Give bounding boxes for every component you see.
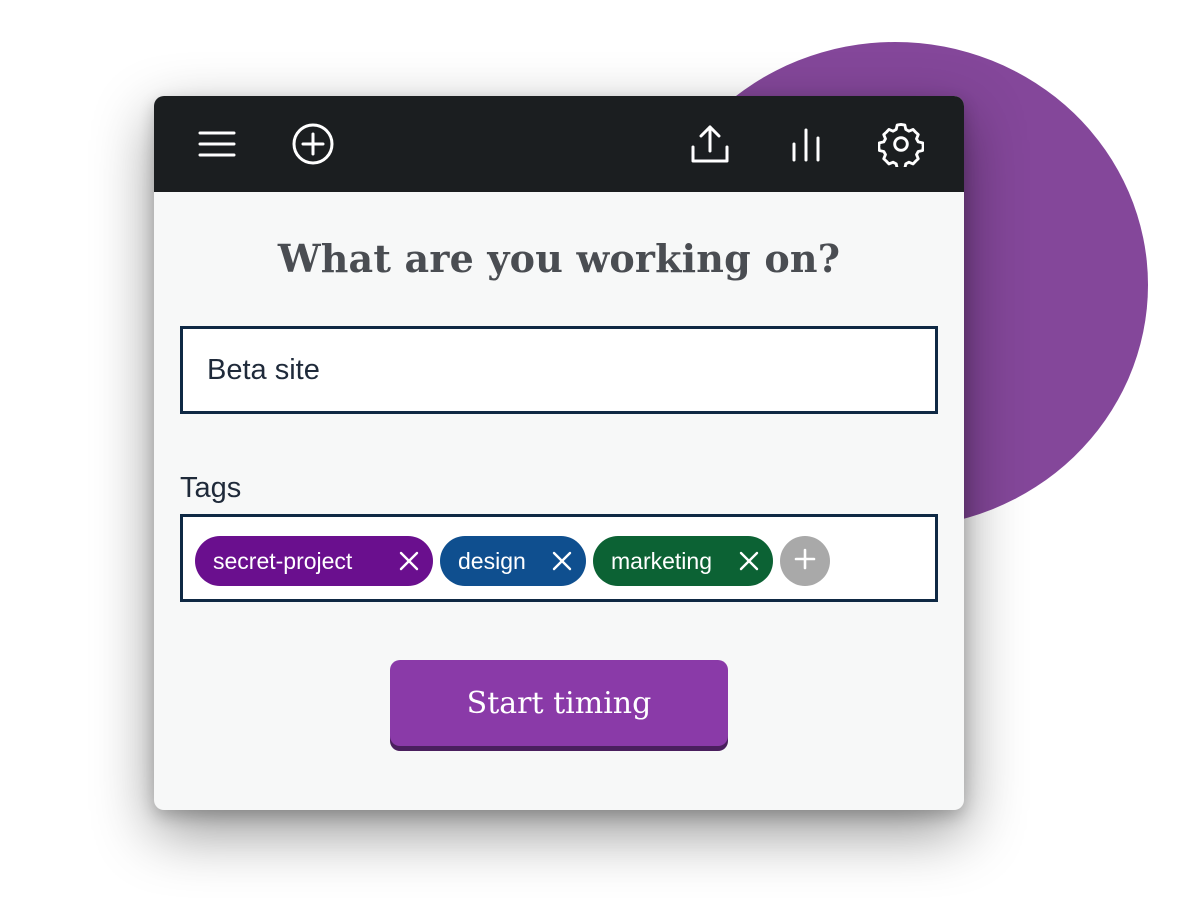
tag-label: marketing — [611, 547, 712, 574]
tag-label: design — [458, 547, 526, 574]
stage: What are you working on? Tags secret-pro… — [0, 0, 1200, 900]
task-input[interactable] — [180, 326, 938, 414]
tags-field[interactable]: secret-project design marketing — [180, 514, 938, 602]
app-window: What are you working on? Tags secret-pro… — [154, 96, 964, 810]
close-icon[interactable] — [737, 549, 761, 573]
reports-button[interactable] — [782, 120, 830, 168]
start-timing-button[interactable]: Start timing — [390, 660, 728, 746]
gear-icon — [878, 121, 924, 167]
tag-chip-design[interactable]: design — [440, 536, 586, 586]
tag-label: secret-project — [213, 547, 353, 574]
page-title: What are you working on? — [277, 236, 841, 281]
tags-label: Tags — [180, 472, 242, 504]
plus-icon — [793, 547, 817, 575]
add-entry-button[interactable] — [289, 120, 337, 168]
upload-icon — [689, 123, 731, 165]
menu-button[interactable] — [193, 120, 241, 168]
add-tag-button[interactable] — [780, 536, 830, 586]
close-icon[interactable] — [550, 549, 574, 573]
settings-button[interactable] — [877, 120, 925, 168]
tag-chip-marketing[interactable]: marketing — [593, 536, 773, 586]
toolbar — [154, 96, 964, 192]
close-icon[interactable] — [397, 549, 421, 573]
bar-chart-icon — [788, 124, 824, 164]
export-button[interactable] — [686, 120, 734, 168]
add-circle-icon — [291, 122, 335, 166]
menu-icon — [197, 124, 237, 164]
tag-chip-secret-project[interactable]: secret-project — [195, 536, 433, 586]
